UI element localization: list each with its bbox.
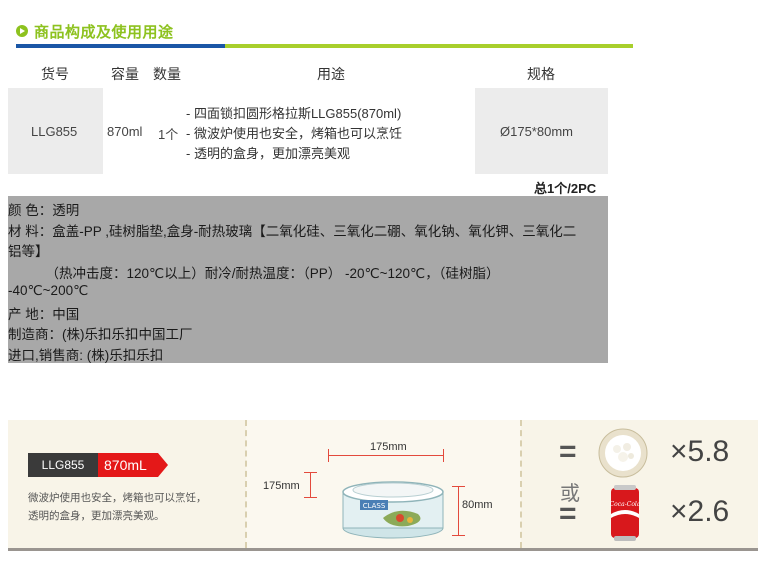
spec-line-material: 材 料：盒盖-PP ,硅树脂垫,盒身-耐热玻璃【二氧化硅、三氧化二硼、氧化钠、氧… — [8, 224, 577, 239]
depth-dimension-tick — [304, 497, 317, 498]
spec-line-temperature-cont: -40℃~200℃ — [8, 283, 89, 298]
total-count: 总1个/2PC — [534, 181, 597, 196]
usage-line: - 透明的盒身，更加漂亮美观 — [186, 146, 350, 161]
width-label: 175mm — [370, 441, 407, 453]
quantity-value: 1个 — [158, 127, 179, 142]
equals-sign: = — [559, 497, 577, 530]
width-dimension-line — [328, 455, 444, 456]
section-header: 商品构成及使用用途 — [16, 20, 633, 48]
rice-bowl-icon — [598, 428, 648, 478]
section-underline-blue — [16, 44, 225, 48]
usage-line: - 微波炉使用也安全，烤箱也可以烹饪 — [186, 126, 402, 141]
depth-dimension-tick — [304, 472, 317, 473]
rice-multiplier: ×5.8 — [670, 435, 730, 468]
header-code: 货号 — [41, 66, 69, 82]
banner-note: 微波炉使用也安全，烤箱也可以烹饪， — [28, 492, 207, 504]
usage-list: - 四面锁扣圆形格拉斯LLG855(870ml) - 微波炉使用也安全，烤箱也可… — [186, 104, 402, 164]
spec-line-manufacturer: 制造商：(株)乐扣乐扣中国工厂 — [8, 327, 193, 342]
model-tag: LLG855 — [28, 453, 98, 477]
spec-line-temperature: （热冲击度：120℃以上）耐冷/耐热温度：（PP） -20℃~120℃，（硅树脂… — [8, 266, 500, 281]
soda-can-icon: Coca-Cola — [610, 485, 641, 541]
section-underline-green — [225, 44, 633, 48]
equals-sign: = — [559, 435, 577, 468]
spec-line-origin: 产 地：中国 — [8, 307, 80, 322]
width-dimension-tick — [443, 449, 444, 462]
spec-line-material-cont: 铝等】 — [8, 244, 49, 259]
header-spec: 规格 — [527, 66, 555, 82]
spec-line-importer: 进口,销售商: (株)乐扣乐扣 — [8, 348, 164, 363]
divider — [520, 420, 522, 548]
depth-dimension-line — [310, 472, 311, 498]
capacity-value: 870ml — [107, 124, 143, 139]
section-title: 商品构成及使用用途 — [34, 24, 174, 41]
bullet-arrow-icon — [16, 25, 28, 37]
volume-tag-arrow — [158, 453, 168, 477]
spec-line-color: 颜 色：透明 — [8, 203, 80, 218]
spec-block: 颜 色：透明 材 料：盒盖-PP ,硅树脂垫,盒身-耐热玻璃【二氧化硅、三氧化二… — [8, 196, 608, 363]
glass-container-icon: CLASS — [342, 481, 444, 539]
height-dimension-tick — [452, 486, 465, 487]
header-capacity: 容量 — [111, 66, 139, 82]
container-label: CLASS — [363, 502, 386, 510]
depth-label: 175mm — [263, 480, 300, 492]
height-dimension-tick — [452, 535, 465, 536]
header-quantity: 数量 — [153, 66, 181, 82]
usage-line: - 四面锁扣圆形格拉斯LLG855(870ml) — [186, 106, 402, 121]
code-value: LLG855 — [31, 124, 78, 139]
can-multiplier: ×2.6 — [670, 495, 730, 528]
height-label: 80mm — [462, 499, 493, 511]
can-brand-label: Coca-Cola — [610, 501, 641, 508]
banner-note: 透明的盒身，更加漂亮美观。 — [28, 510, 165, 522]
volume-tag: 870mL — [98, 453, 158, 477]
divider — [245, 420, 247, 548]
spec-value: Ø175*80mm — [500, 124, 573, 139]
header-usage: 用途 — [317, 66, 345, 82]
height-dimension-line — [458, 486, 459, 536]
product-banner: LLG855 870mL 微波炉使用也安全，烤箱也可以烹饪， 透明的盒身，更加漂… — [8, 420, 758, 548]
width-dimension-tick — [328, 449, 329, 462]
banner-bottom-rule — [8, 548, 758, 551]
